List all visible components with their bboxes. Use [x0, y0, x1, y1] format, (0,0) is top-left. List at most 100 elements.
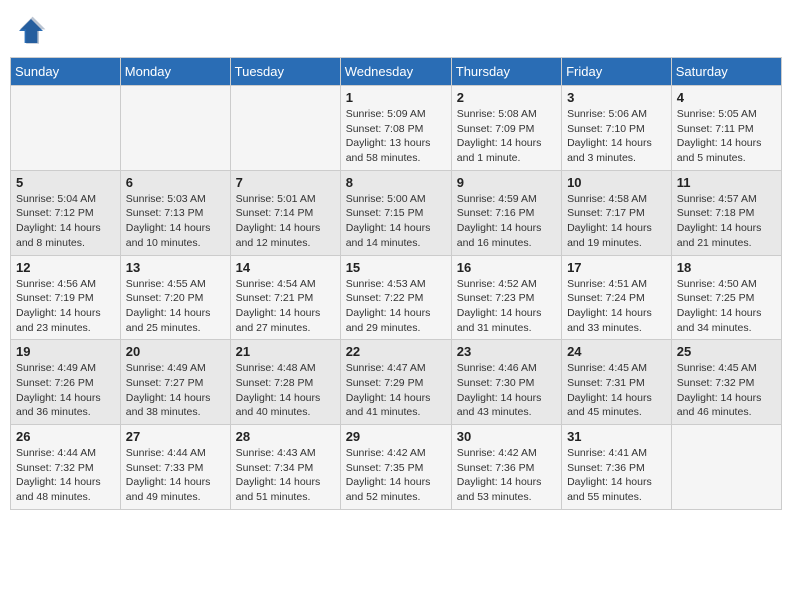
calendar-cell: [120, 86, 230, 171]
calendar-cell: 21 Sunrise: 4:48 AMSunset: 7:28 PMDayligh…: [230, 340, 340, 425]
day-detail: Sunrise: 4:51 AMSunset: 7:24 PMDaylight:…: [567, 277, 666, 336]
calendar: SundayMondayTuesdayWednesdayThursdayFrid…: [10, 57, 782, 510]
calendar-cell: 1Sunrise: 5:09 AMSunset: 7:08 PMDaylight…: [340, 86, 451, 171]
day-detail: Sunrise: 4:45 AMSunset: 7:31 PMDaylight:…: [567, 361, 666, 420]
weekday-header-sunday: Sunday: [11, 58, 121, 86]
day-number: 8: [346, 175, 446, 190]
calendar-cell: 23 Sunrise: 4:46 AMSunset: 7:30 PMDayligh…: [451, 340, 561, 425]
day-detail: Sunrise: 4:54 AMSunset: 7:21 PMDaylight:…: [236, 277, 335, 336]
day-number: 20: [126, 344, 225, 359]
calendar-cell: 26 Sunrise: 4:44 AMSunset: 7:32 PMDayligh…: [11, 425, 121, 510]
day-detail: Sunrise: 5:00 AMSunset: 7:15 PMDaylight:…: [346, 192, 446, 251]
header: [10, 10, 782, 47]
calendar-cell: 27 Sunrise: 4:44 AMSunset: 7:33 PMDayligh…: [120, 425, 230, 510]
day-detail: Sunrise: 4:43 AMSunset: 7:34 PMDaylight:…: [236, 446, 335, 505]
day-number: 2: [457, 90, 556, 105]
day-number: 27: [126, 429, 225, 444]
calendar-cell: 5 Sunrise: 5:04 AMSunset: 7:12 PMDaylight…: [11, 170, 121, 255]
weekday-header-tuesday: Tuesday: [230, 58, 340, 86]
day-detail: Sunrise: 5:05 AMSunset: 7:11 PMDaylight:…: [677, 107, 776, 166]
calendar-cell: 4 Sunrise: 5:05 AMSunset: 7:11 PMDaylight…: [671, 86, 781, 171]
day-number: 16: [457, 260, 556, 275]
day-number: 26: [16, 429, 115, 444]
day-detail: Sunrise: 5:04 AMSunset: 7:12 PMDaylight:…: [16, 192, 115, 251]
day-detail: Sunrise: 4:49 AMSunset: 7:27 PMDaylight:…: [126, 361, 225, 420]
calendar-cell: 16 Sunrise: 4:52 AMSunset: 7:23 PMDayligh…: [451, 255, 561, 340]
day-number: 23: [457, 344, 556, 359]
calendar-cell: 24 Sunrise: 4:45 AMSunset: 7:31 PMDayligh…: [562, 340, 672, 425]
weekday-header-wednesday: Wednesday: [340, 58, 451, 86]
day-detail: Sunrise: 4:41 AMSunset: 7:36 PMDaylight:…: [567, 446, 666, 505]
day-number: 29: [346, 429, 446, 444]
day-detail: Sunrise: 4:44 AMSunset: 7:33 PMDaylight:…: [126, 446, 225, 505]
calendar-cell: 25 Sunrise: 4:45 AMSunset: 7:32 PMDayligh…: [671, 340, 781, 425]
day-number: 13: [126, 260, 225, 275]
day-detail: Sunrise: 4:53 AMSunset: 7:22 PMDaylight:…: [346, 277, 446, 336]
day-detail: Sunrise: 4:57 AMSunset: 7:18 PMDaylight:…: [677, 192, 776, 251]
day-detail: Sunrise: 4:47 AMSunset: 7:29 PMDaylight:…: [346, 361, 446, 420]
day-number: 25: [677, 344, 776, 359]
calendar-cell: 11 Sunrise: 4:57 AMSunset: 7:18 PMDayligh…: [671, 170, 781, 255]
calendar-cell: 6 Sunrise: 5:03 AMSunset: 7:13 PMDaylight…: [120, 170, 230, 255]
day-detail: Sunrise: 4:50 AMSunset: 7:25 PMDaylight:…: [677, 277, 776, 336]
logo: [15, 15, 51, 47]
day-number: 11: [677, 175, 776, 190]
calendar-cell: 7Sunrise: 5:01 AMSunset: 7:14 PMDaylight…: [230, 170, 340, 255]
day-detail: Sunrise: 4:44 AMSunset: 7:32 PMDaylight:…: [16, 446, 115, 505]
calendar-week-2: 5 Sunrise: 5:04 AMSunset: 7:12 PMDaylight…: [11, 170, 782, 255]
day-number: 6: [126, 175, 225, 190]
day-detail: Sunrise: 5:03 AMSunset: 7:13 PMDaylight:…: [126, 192, 225, 251]
calendar-cell: 31 Sunrise: 4:41 AMSunset: 7:36 PMDayligh…: [562, 425, 672, 510]
day-number: 14: [236, 260, 335, 275]
day-detail: Sunrise: 4:42 AMSunset: 7:35 PMDaylight:…: [346, 446, 446, 505]
weekday-header-saturday: Saturday: [671, 58, 781, 86]
day-number: 28: [236, 429, 335, 444]
calendar-cell: 10Sunrise: 4:58 AMSunset: 7:17 PMDayligh…: [562, 170, 672, 255]
day-detail: Sunrise: 4:58 AMSunset: 7:17 PMDaylight:…: [567, 192, 666, 251]
day-number: 17: [567, 260, 666, 275]
calendar-cell: 2 Sunrise: 5:08 AMSunset: 7:09 PMDaylight…: [451, 86, 561, 171]
calendar-cell: 20 Sunrise: 4:49 AMSunset: 7:27 PMDayligh…: [120, 340, 230, 425]
day-number: 1: [346, 90, 446, 105]
calendar-cell: 29 Sunrise: 4:42 AMSunset: 7:35 PMDayligh…: [340, 425, 451, 510]
calendar-cell: 9 Sunrise: 4:59 AMSunset: 7:16 PMDaylight…: [451, 170, 561, 255]
day-number: 24: [567, 344, 666, 359]
weekday-header-thursday: Thursday: [451, 58, 561, 86]
logo-icon: [15, 15, 47, 47]
day-detail: Sunrise: 5:08 AMSunset: 7:09 PMDaylight:…: [457, 107, 556, 166]
day-detail: Sunrise: 5:06 AMSunset: 7:10 PMDaylight:…: [567, 107, 666, 166]
day-number: 9: [457, 175, 556, 190]
calendar-week-5: 26 Sunrise: 4:44 AMSunset: 7:32 PMDayligh…: [11, 425, 782, 510]
calendar-cell: 30 Sunrise: 4:42 AMSunset: 7:36 PMDayligh…: [451, 425, 561, 510]
day-detail: Sunrise: 5:01 AMSunset: 7:14 PMDaylight:…: [236, 192, 335, 251]
weekday-header-friday: Friday: [562, 58, 672, 86]
day-detail: Sunrise: 4:45 AMSunset: 7:32 PMDaylight:…: [677, 361, 776, 420]
calendar-cell: 22Sunrise: 4:47 AMSunset: 7:29 PMDayligh…: [340, 340, 451, 425]
day-detail: Sunrise: 4:56 AMSunset: 7:19 PMDaylight:…: [16, 277, 115, 336]
calendar-cell: [671, 425, 781, 510]
calendar-cell: 17 Sunrise: 4:51 AMSunset: 7:24 PMDayligh…: [562, 255, 672, 340]
calendar-week-1: 1Sunrise: 5:09 AMSunset: 7:08 PMDaylight…: [11, 86, 782, 171]
calendar-cell: 13 Sunrise: 4:55 AMSunset: 7:20 PMDayligh…: [120, 255, 230, 340]
calendar-week-3: 12Sunrise: 4:56 AMSunset: 7:19 PMDayligh…: [11, 255, 782, 340]
weekday-header-monday: Monday: [120, 58, 230, 86]
calendar-cell: 3 Sunrise: 5:06 AMSunset: 7:10 PMDaylight…: [562, 86, 672, 171]
day-number: 15: [346, 260, 446, 275]
day-detail: Sunrise: 4:42 AMSunset: 7:36 PMDaylight:…: [457, 446, 556, 505]
calendar-cell: 19Sunrise: 4:49 AMSunset: 7:26 PMDayligh…: [11, 340, 121, 425]
day-number: 5: [16, 175, 115, 190]
day-number: 31: [567, 429, 666, 444]
day-number: 19: [16, 344, 115, 359]
day-number: 4: [677, 90, 776, 105]
calendar-cell: [11, 86, 121, 171]
day-detail: Sunrise: 4:52 AMSunset: 7:23 PMDaylight:…: [457, 277, 556, 336]
day-detail: Sunrise: 4:46 AMSunset: 7:30 PMDaylight:…: [457, 361, 556, 420]
calendar-cell: 12Sunrise: 4:56 AMSunset: 7:19 PMDayligh…: [11, 255, 121, 340]
day-detail: Sunrise: 4:48 AMSunset: 7:28 PMDaylight:…: [236, 361, 335, 420]
calendar-header-row: SundayMondayTuesdayWednesdayThursdayFrid…: [11, 58, 782, 86]
day-number: 3: [567, 90, 666, 105]
day-detail: Sunrise: 4:59 AMSunset: 7:16 PMDaylight:…: [457, 192, 556, 251]
day-number: 30: [457, 429, 556, 444]
day-number: 21: [236, 344, 335, 359]
day-detail: Sunrise: 4:55 AMSunset: 7:20 PMDaylight:…: [126, 277, 225, 336]
